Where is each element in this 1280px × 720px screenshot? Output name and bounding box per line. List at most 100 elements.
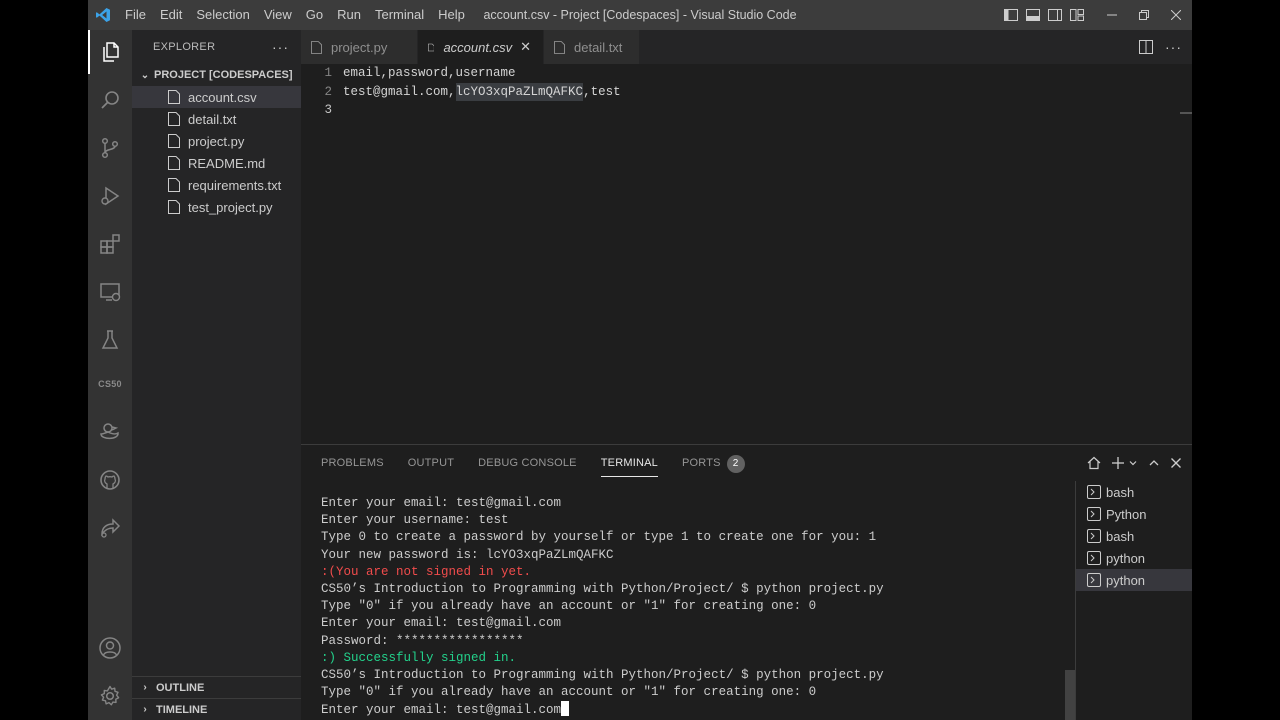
toggle-secondary-sidebar-icon[interactable] xyxy=(1044,0,1066,30)
editor-more-actions-icon[interactable]: ··· xyxy=(1165,39,1182,55)
line-number: 3 xyxy=(324,103,332,117)
terminal-line: Type "0" if you already have an account … xyxy=(321,684,1061,701)
menu-file[interactable]: File xyxy=(118,0,153,30)
code-editor[interactable]: 1 email,password,username 2 test@gmail.c… xyxy=(301,64,1192,444)
terminal-icon xyxy=(1087,485,1101,499)
terminal-scrollbar[interactable] xyxy=(1065,670,1075,720)
menu-help[interactable]: Help xyxy=(431,0,472,30)
project-folder[interactable]: ⌄ PROJECT [CODESPACES] xyxy=(132,64,301,86)
cs50-icon[interactable]: CS50 xyxy=(88,362,132,406)
split-editor-icon[interactable] xyxy=(1139,40,1153,54)
toggle-panel-icon[interactable] xyxy=(1022,0,1044,30)
outline-label: OUTLINE xyxy=(156,681,205,694)
settings-gear-icon[interactable] xyxy=(88,674,132,718)
line-text-end: ,test xyxy=(583,84,621,99)
terminal-line-text: Type "0" if you already have an account … xyxy=(321,599,817,614)
tab-account-csv[interactable]: account.csv ✕ xyxy=(418,30,544,64)
file-item-readme-md[interactable]: README.md xyxy=(132,152,301,174)
terminal-item-bash[interactable]: bash xyxy=(1076,525,1192,547)
restore-icon[interactable] xyxy=(1128,0,1160,30)
terminal-cursor xyxy=(561,701,570,717)
terminal-item-label: python xyxy=(1106,550,1146,566)
customize-layout-icon[interactable] xyxy=(1066,0,1088,30)
chevron-down-icon: ⌄ xyxy=(140,69,150,81)
terminal-line: Enter your email: test@gmail.com xyxy=(321,615,1061,632)
github-icon[interactable] xyxy=(88,458,132,502)
terminal-line-text: Enter your username: test xyxy=(321,513,509,528)
menu-edit[interactable]: Edit xyxy=(153,0,189,30)
file-icon xyxy=(168,200,180,214)
title-bar-controls xyxy=(1000,0,1192,30)
extensions-icon[interactable] xyxy=(88,222,132,266)
terminal-line-text: Type "0" if you already have an account … xyxy=(321,685,817,700)
toggle-primary-sidebar-icon[interactable] xyxy=(1000,0,1022,30)
chevron-right-icon: › xyxy=(143,704,147,715)
file-item-detail-txt[interactable]: detail.txt xyxy=(132,108,301,130)
account-icon[interactable] xyxy=(88,626,132,670)
timeline-label: TIMELINE xyxy=(156,703,208,716)
testing-icon[interactable] xyxy=(88,318,132,362)
tab-detail-txt[interactable]: detail.txt xyxy=(544,30,640,64)
menu-run[interactable]: Run xyxy=(330,0,368,30)
minimize-icon[interactable] xyxy=(1096,0,1128,30)
terminal-item-python[interactable]: python xyxy=(1076,547,1192,569)
run-debug-icon[interactable] xyxy=(88,174,132,218)
file-item-test-project-py[interactable]: test_project.py xyxy=(132,196,301,218)
live-share-icon[interactable] xyxy=(88,506,132,550)
file-label: detail.txt xyxy=(188,111,237,127)
menu-selection[interactable]: Selection xyxy=(189,0,256,30)
line-number: 2 xyxy=(324,84,332,99)
source-control-icon[interactable] xyxy=(88,126,132,170)
remote-explorer-icon[interactable] xyxy=(88,270,132,314)
more-actions-icon[interactable]: ··· xyxy=(272,39,289,55)
terminal-item-python-active[interactable]: python xyxy=(1076,569,1192,591)
bottom-panel: PROBLEMS OUTPUT DEBUG CONSOLE TERMINAL P… xyxy=(301,444,1192,720)
new-terminal-icon[interactable] xyxy=(1111,456,1138,470)
terminal-output[interactable]: Enter your email: test@gmail.com Enter yo… xyxy=(321,495,1061,718)
tab-problems[interactable]: PROBLEMS xyxy=(309,445,396,481)
tab-debug-console[interactable]: DEBUG CONSOLE xyxy=(466,445,589,481)
duck-icon[interactable] xyxy=(88,410,132,454)
timeline-section[interactable]: › TIMELINE xyxy=(132,698,301,720)
highlighted-password: lcYO3xqPaZLmQAFKC xyxy=(455,82,584,101)
tab-project-py[interactable]: project.py xyxy=(301,30,418,64)
line-text: email,password,username xyxy=(343,66,516,80)
outline-section[interactable]: › OUTLINE xyxy=(132,676,301,698)
terminal-item-python[interactable]: Python xyxy=(1076,503,1192,525)
menu-go[interactable]: Go xyxy=(299,0,330,30)
maximize-panel-icon[interactable] xyxy=(1148,457,1160,469)
file-icon xyxy=(168,134,180,148)
home-icon[interactable] xyxy=(1087,456,1101,470)
close-window-icon[interactable] xyxy=(1160,0,1192,30)
close-panel-icon[interactable] xyxy=(1170,457,1182,469)
terminal-line-text: Enter your email: test@gmail.com xyxy=(321,616,562,631)
terminal-icon xyxy=(1087,551,1101,565)
tab-output[interactable]: OUTPUT xyxy=(396,445,466,481)
tab-ports[interactable]: PORTS 2 xyxy=(670,445,757,481)
panel-tabs: PROBLEMS OUTPUT DEBUG CONSOLE TERMINAL P… xyxy=(301,445,1192,481)
menu-terminal[interactable]: Terminal xyxy=(368,0,431,30)
file-item-account-csv[interactable]: account.csv xyxy=(132,86,301,108)
search-icon[interactable] xyxy=(88,78,132,122)
terminal-line: Type 0 to create a password by yourself … xyxy=(321,529,1061,546)
explorer-header: EXPLORER ··· xyxy=(132,30,301,64)
left-letterbox xyxy=(0,0,88,720)
terminal-line-text: :) Successfully signed in. xyxy=(321,650,517,665)
file-item-project-py[interactable]: project.py xyxy=(132,130,301,152)
file-item-requirements-txt[interactable]: requirements.txt xyxy=(132,174,301,196)
terminal-line: Type "0" if you already have an account … xyxy=(321,598,1061,615)
terminal-item-label: bash xyxy=(1106,528,1135,544)
close-tab-icon[interactable]: ✕ xyxy=(520,39,531,55)
editor-actions: ··· xyxy=(1139,30,1192,64)
terminal-item-label: bash xyxy=(1106,484,1135,500)
file-icon xyxy=(311,40,322,54)
project-folder-label: PROJECT [CODESPACES] xyxy=(154,69,293,81)
code-line: 2 test@gmail.com, lcYO3xqPaZLmQAFKC ,test xyxy=(301,82,1192,101)
explorer-icon[interactable] xyxy=(88,30,132,74)
tab-label: project.py xyxy=(331,39,388,55)
terminal-item-bash[interactable]: bash xyxy=(1076,481,1192,503)
chevron-down-icon[interactable] xyxy=(1128,458,1138,468)
menu-view[interactable]: View xyxy=(257,0,299,30)
tab-terminal[interactable]: TERMINAL xyxy=(589,445,670,481)
code-line: 1 email,password,username xyxy=(301,64,1192,83)
